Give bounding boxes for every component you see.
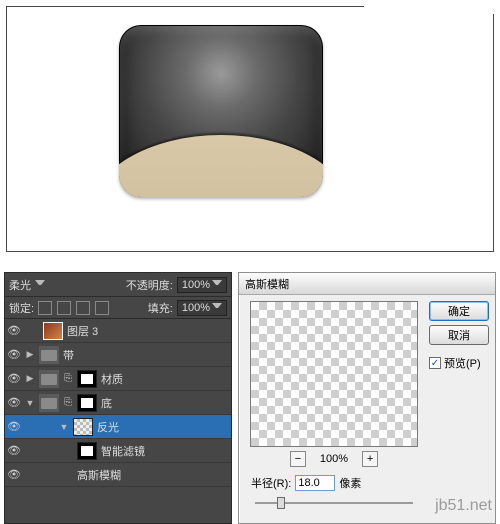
folder-icon[interactable] bbox=[39, 346, 59, 364]
lock-all-icon[interactable] bbox=[95, 301, 109, 315]
layer-row[interactable]: 👁 图层 3 bbox=[5, 319, 231, 343]
mask-thumbnail[interactable] bbox=[77, 394, 97, 412]
layer-list: 👁 图层 3 👁 ▶ 带 👁 ▶ ⎘ 材质 👁 ▼ bbox=[5, 319, 231, 487]
visibility-icon[interactable]: 👁 bbox=[7, 420, 21, 434]
plus-icon: + bbox=[367, 453, 373, 465]
fill-field[interactable]: 100% bbox=[177, 300, 227, 316]
disclosure-icon[interactable]: ▼ bbox=[25, 398, 35, 408]
blend-mode-value: 柔光 bbox=[9, 277, 33, 293]
chevron-down-icon bbox=[35, 280, 45, 290]
minus-icon: − bbox=[295, 453, 301, 465]
filter-name[interactable]: 高斯模糊 bbox=[77, 467, 229, 483]
disclosure-icon[interactable]: ▶ bbox=[25, 373, 35, 384]
zoom-level: 100% bbox=[320, 453, 348, 465]
lock-label: 锁定: bbox=[9, 300, 34, 316]
layer-row[interactable]: 👁 ▼ ⎘ 底 bbox=[5, 391, 231, 415]
radius-slider[interactable] bbox=[255, 495, 413, 511]
visibility-icon[interactable]: 👁 bbox=[7, 348, 21, 362]
slider-handle[interactable] bbox=[277, 497, 285, 509]
layer-thumbnail[interactable] bbox=[43, 322, 63, 340]
radius-input[interactable] bbox=[295, 475, 335, 491]
chevron-down-icon bbox=[212, 280, 222, 290]
layer-name[interactable]: 图层 3 bbox=[67, 323, 229, 339]
lock-transparent-icon[interactable] bbox=[38, 301, 52, 315]
opacity-label: 不透明度: bbox=[126, 277, 173, 293]
zoom-out-button[interactable]: − bbox=[290, 451, 306, 467]
radius-unit: 像素 bbox=[339, 475, 361, 491]
layer-row[interactable]: 👁 ▶ 带 bbox=[5, 343, 231, 367]
layers-lock-row: 锁定: 填充: 100% bbox=[5, 297, 231, 319]
dialog-title-bar[interactable]: 高斯模糊 bbox=[239, 273, 495, 295]
layer-row[interactable]: 👁 智能滤镜 bbox=[5, 439, 231, 463]
layer-name[interactable]: 智能滤镜 bbox=[101, 443, 229, 459]
radius-row: 半径(R): 像素 bbox=[245, 475, 423, 491]
layer-row[interactable]: 👁 ▼ 反光 bbox=[5, 415, 231, 439]
smart-filter-mask[interactable] bbox=[77, 442, 97, 460]
zoom-in-button[interactable]: + bbox=[362, 451, 378, 467]
gaussian-blur-dialog: 高斯模糊 − 100% + 半径(R): 像素 bbox=[238, 272, 496, 524]
visibility-icon[interactable]: 👁 bbox=[7, 396, 21, 410]
blend-mode-dropdown[interactable]: 柔光 bbox=[9, 277, 45, 293]
layer-name[interactable]: 材质 bbox=[101, 371, 229, 387]
visibility-icon[interactable]: 👁 bbox=[7, 324, 21, 338]
link-icon[interactable]: ⎘ bbox=[63, 373, 73, 384]
layers-options-row: 柔光 不透明度: 100% bbox=[5, 273, 231, 297]
opacity-value: 100% bbox=[182, 279, 210, 291]
layers-panel: 柔光 不透明度: 100% 锁定: 填充: 100% 👁 bbox=[4, 272, 232, 524]
filter-preview[interactable] bbox=[250, 301, 418, 447]
layer-thumbnail[interactable] bbox=[73, 418, 93, 436]
ok-button[interactable]: 确定 bbox=[429, 301, 489, 321]
chevron-down-icon bbox=[212, 303, 222, 313]
layer-row[interactable]: 👁 ▶ ⎘ 材质 bbox=[5, 367, 231, 391]
mask-thumbnail[interactable] bbox=[77, 370, 97, 388]
lock-position-icon[interactable] bbox=[76, 301, 90, 315]
lock-image-icon[interactable] bbox=[57, 301, 71, 315]
preview-checkbox[interactable]: ✓ 预览(P) bbox=[429, 355, 489, 371]
fill-value: 100% bbox=[182, 302, 210, 314]
zoom-controls: − 100% + bbox=[245, 451, 423, 467]
visibility-icon[interactable]: 👁 bbox=[7, 444, 21, 458]
link-icon[interactable]: ⎘ bbox=[63, 397, 73, 408]
folder-icon[interactable] bbox=[39, 394, 59, 412]
visibility-icon[interactable]: 👁 bbox=[7, 372, 21, 386]
layer-name[interactable]: 底 bbox=[101, 395, 229, 411]
disclosure-icon[interactable]: ▼ bbox=[59, 422, 69, 432]
layer-name[interactable]: 带 bbox=[63, 347, 229, 363]
layer-name[interactable]: 反光 bbox=[97, 419, 229, 435]
folder-icon[interactable] bbox=[39, 370, 59, 388]
wallet-artwork bbox=[119, 25, 323, 197]
cancel-button[interactable]: 取消 bbox=[429, 325, 489, 345]
checkbox-icon: ✓ bbox=[429, 357, 441, 369]
visibility-icon[interactable]: 👁 bbox=[7, 468, 21, 482]
layer-row[interactable]: 👁 高斯模糊 bbox=[5, 463, 231, 487]
watermark: jb51.net bbox=[435, 497, 492, 515]
disclosure-icon[interactable]: ▶ bbox=[25, 349, 35, 360]
document-canvas[interactable] bbox=[6, 6, 494, 252]
opacity-field[interactable]: 100% bbox=[177, 277, 227, 293]
fill-label: 填充: bbox=[148, 300, 173, 316]
preview-checkbox-label: 预览(P) bbox=[444, 355, 481, 371]
dialog-title: 高斯模糊 bbox=[245, 276, 289, 292]
radius-label: 半径(R): bbox=[251, 475, 291, 491]
